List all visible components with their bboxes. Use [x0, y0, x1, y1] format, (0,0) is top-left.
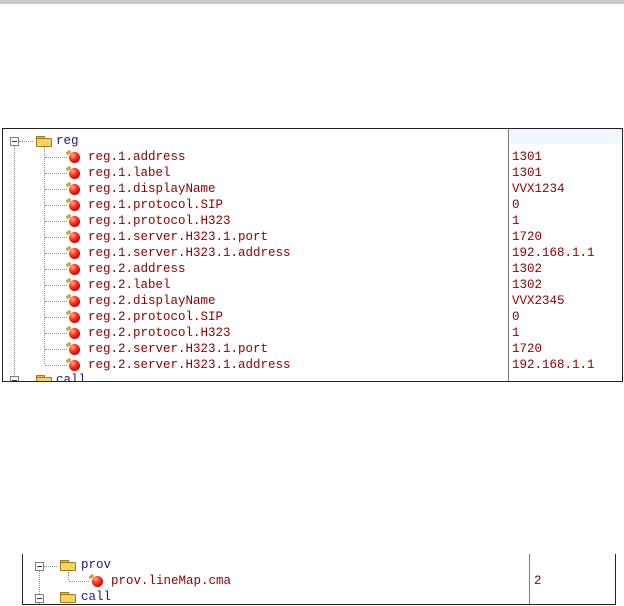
tree-row[interactable]: prov.lineMap.cma 2	[23, 573, 615, 589]
red-ball-parameter-icon	[69, 280, 80, 291]
param-key: reg.2.label	[88, 278, 171, 292]
folder-label: call	[81, 590, 112, 604]
tree-row-reg-folder[interactable]: reg	[3, 133, 622, 149]
red-ball-parameter-icon	[69, 200, 80, 211]
tree-row-call-folder[interactable]: call	[23, 589, 615, 604]
param-value[interactable]: 1720	[512, 229, 542, 245]
param-key: reg.1.address	[88, 150, 186, 164]
red-ball-parameter-icon	[69, 312, 80, 323]
param-key: reg.1.server.H323.1.address	[88, 246, 291, 260]
param-key: reg.2.server.H323.1.address	[88, 358, 291, 372]
param-value[interactable]: VVX2345	[512, 293, 565, 309]
red-ball-parameter-icon	[69, 248, 80, 259]
tree-row[interactable]: reg.2.address 1302	[3, 261, 622, 277]
expander-icon[interactable]	[10, 376, 19, 381]
folder-label: prov	[81, 558, 112, 572]
red-ball-parameter-icon	[69, 168, 80, 179]
folder-icon	[60, 560, 76, 571]
param-key: reg.1.server.H323.1.port	[88, 230, 269, 244]
param-value[interactable]: 1301	[512, 165, 542, 181]
param-value[interactable]: 192.168.1.1	[512, 357, 595, 373]
collapse-minus-icon[interactable]	[10, 137, 19, 146]
param-value[interactable]: 0	[512, 197, 520, 213]
param-key: reg.2.address	[88, 262, 186, 276]
tree-row[interactable]: reg.1.address 1301	[3, 149, 622, 165]
config-tree-panel-reg: reg reg.1.address 1301 reg.1.label 1301 …	[2, 128, 623, 382]
red-ball-parameter-icon	[69, 232, 80, 243]
param-value[interactable]: 0	[512, 309, 520, 325]
param-key: reg.2.server.H323.1.port	[88, 342, 269, 356]
param-value[interactable]: 1302	[512, 277, 542, 293]
param-value[interactable]: 1720	[512, 341, 542, 357]
tree-row[interactable]: reg.1.label 1301	[3, 165, 622, 181]
param-key: reg.2.displayName	[88, 294, 216, 308]
param-value[interactable]: 2	[534, 573, 542, 589]
folder-label: call	[56, 373, 87, 382]
tree-row[interactable]: reg.1.server.H323.1.port 1720	[3, 229, 622, 245]
red-ball-parameter-icon	[69, 360, 80, 371]
red-ball-parameter-icon	[69, 216, 80, 227]
tree-row-call-folder[interactable]: call	[3, 372, 622, 382]
param-key: reg.1.protocol.H323	[88, 214, 231, 228]
expander-icon[interactable]	[35, 594, 44, 603]
param-key: reg.1.label	[88, 166, 171, 180]
folder-label: reg	[56, 134, 79, 148]
param-value[interactable]: 192.168.1.1	[512, 245, 595, 261]
tree-row[interactable]: reg.2.label 1302	[3, 277, 622, 293]
param-value[interactable]: 1	[512, 325, 520, 341]
red-ball-parameter-icon	[69, 328, 80, 339]
tree-row[interactable]: reg.2.protocol.SIP 0	[3, 309, 622, 325]
tree-row[interactable]: reg.1.server.H323.1.address 192.168.1.1	[3, 245, 622, 261]
tree-row[interactable]: reg.1.displayName VVX1234	[3, 181, 622, 197]
red-ball-parameter-icon	[69, 296, 80, 307]
red-ball-parameter-icon	[69, 184, 80, 195]
param-key: reg.1.protocol.SIP	[88, 198, 224, 212]
folder-icon	[36, 136, 52, 147]
tree-row-prov-folder[interactable]: prov	[23, 557, 615, 573]
param-value[interactable]: VVX1234	[512, 181, 565, 197]
param-value[interactable]: 1	[512, 213, 520, 229]
tree-row[interactable]: reg.2.server.H323.1.port 1720	[3, 341, 622, 357]
tree-row[interactable]: reg.2.server.H323.1.address 192.168.1.1	[3, 357, 622, 373]
red-ball-parameter-icon	[69, 152, 80, 163]
param-key: prov.lineMap.cma	[111, 574, 232, 588]
top-separator	[0, 0, 624, 4]
red-ball-parameter-icon	[92, 576, 103, 587]
param-key: reg.2.protocol.H323	[88, 326, 231, 340]
tree-row[interactable]: reg.2.protocol.H323 1	[3, 325, 622, 341]
param-key: reg.2.protocol.SIP	[88, 310, 224, 324]
param-value[interactable]: 1302	[512, 261, 542, 277]
tree-row[interactable]: reg.2.displayName VVX2345	[3, 293, 622, 309]
collapse-minus-icon[interactable]	[35, 562, 44, 571]
red-ball-parameter-icon	[69, 264, 80, 275]
param-value[interactable]: 1301	[512, 149, 542, 165]
tree-row[interactable]: reg.1.protocol.SIP 0	[3, 197, 622, 213]
param-key: reg.1.displayName	[88, 182, 216, 196]
folder-icon	[36, 375, 52, 381]
config-tree-panel-prov: prov prov.lineMap.cma 2 call	[22, 554, 616, 605]
tree-row[interactable]: reg.1.protocol.H323 1	[3, 213, 622, 229]
folder-icon	[60, 592, 76, 603]
red-ball-parameter-icon	[69, 344, 80, 355]
